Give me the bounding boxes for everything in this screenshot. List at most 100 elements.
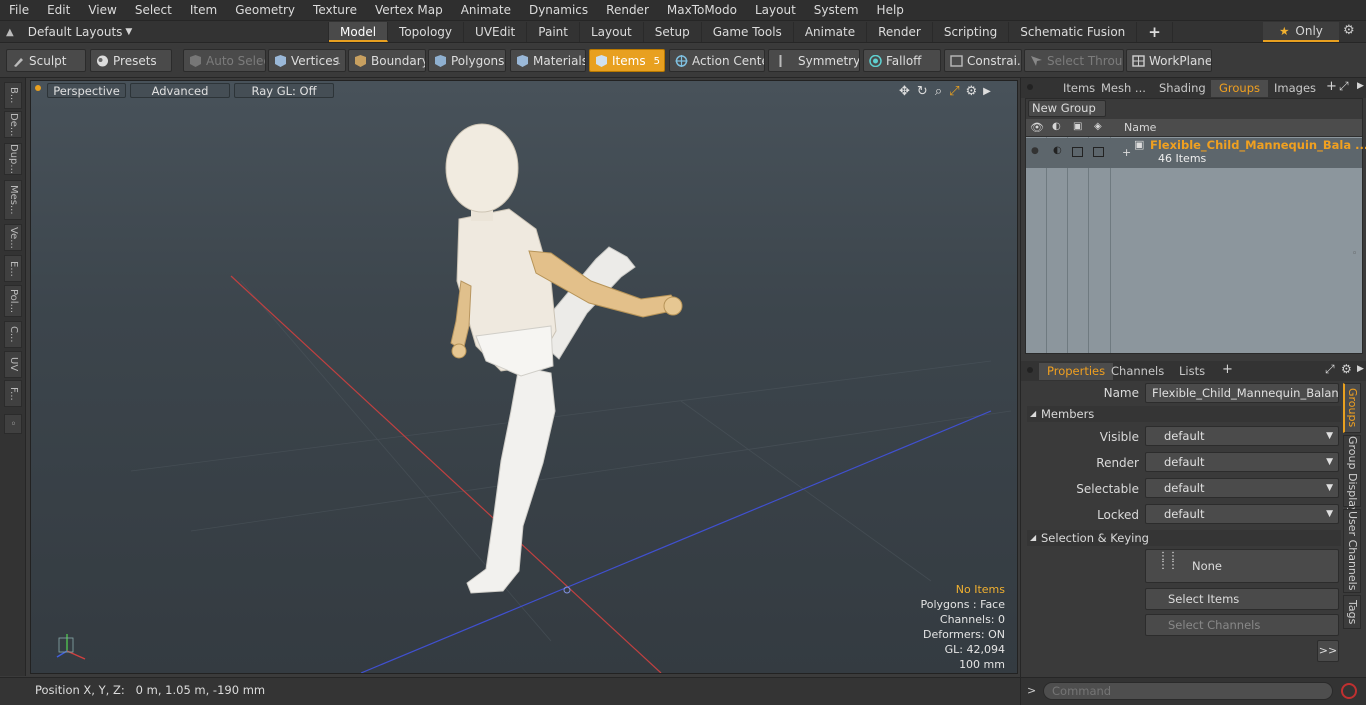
materials-button[interactable]: Materials [510, 49, 586, 72]
panel-arrow-icon[interactable]: ▶ [1357, 81, 1364, 91]
boundary-button[interactable]: Boundary [348, 49, 426, 72]
menu-view[interactable]: View [79, 0, 125, 21]
prop-tab-channels[interactable]: Channels [1103, 363, 1172, 380]
record-icon[interactable] [1341, 683, 1357, 699]
add-tab-icon[interactable]: + [1137, 22, 1173, 42]
layouts-dropdown[interactable]: ▲ Default Layouts ▼ [6, 21, 132, 43]
falloff-button[interactable]: Falloff [863, 49, 941, 72]
action-center-button[interactable]: Action Center [669, 49, 765, 72]
side-tab-tags[interactable]: Tags [1343, 595, 1361, 629]
presets-button[interactable]: Presets [90, 49, 172, 72]
menu-layout[interactable]: Layout [746, 0, 805, 21]
menu-edit[interactable]: Edit [38, 0, 79, 21]
prop-arrow-icon[interactable]: ▶ [1357, 364, 1364, 374]
prop-expand-icon[interactable]: ⤢ [1325, 362, 1335, 377]
menu-maxtomodo[interactable]: MaxToModo [658, 0, 746, 21]
render-dropdown[interactable]: default ▼ [1145, 452, 1339, 472]
constraints-button[interactable]: Constrai... [944, 49, 1022, 72]
left-tab-8[interactable]: UV [4, 351, 22, 378]
left-tab-6[interactable]: Pol... [4, 285, 22, 317]
tab-setup[interactable]: Setup [644, 22, 702, 42]
tab-topology[interactable]: Topology [388, 22, 465, 42]
select-through-button[interactable]: Select Through [1024, 49, 1124, 72]
tab-uvedit[interactable]: UVEdit [464, 22, 528, 42]
rotate-view-icon[interactable]: ↻ [917, 84, 928, 99]
locked-dropdown[interactable]: default ▼ [1145, 504, 1339, 524]
new-group-button[interactable]: New Group [1028, 100, 1106, 117]
select-channels-button[interactable]: Select Channels [1145, 614, 1339, 636]
left-tab-4[interactable]: Ve... [4, 224, 22, 251]
menu-texture[interactable]: Texture [304, 0, 366, 21]
panel-menu-dot-icon[interactable] [1027, 84, 1033, 90]
menu-dynamics[interactable]: Dynamics [520, 0, 597, 21]
tab-scripting[interactable]: Scripting [933, 22, 1010, 42]
menu-item[interactable]: Item [181, 0, 226, 21]
list-scroll-handle[interactable]: ◦ [1352, 249, 1357, 259]
panel-expand-icon[interactable]: ⤢ [1339, 79, 1349, 94]
prop-tab-lists[interactable]: Lists [1171, 363, 1213, 380]
selection-keying-section[interactable]: ◢ Selection & Keying [1027, 530, 1341, 546]
members-section[interactable]: ◢ Members [1027, 406, 1341, 422]
left-tab-extra-icon[interactable]: ◦ [4, 414, 22, 434]
sculpt-button[interactable]: Sculpt [6, 49, 86, 72]
name-field[interactable]: Flexible_Child_Mannequin_Balancing_I [1145, 383, 1339, 403]
menu-geometry[interactable]: Geometry [226, 0, 304, 21]
more-button[interactable]: >> [1317, 640, 1339, 662]
selectable-dropdown[interactable]: default ▼ [1145, 478, 1339, 498]
panel-tab-images[interactable]: Images [1266, 80, 1324, 97]
collapse-icon[interactable]: ▲ [6, 27, 14, 38]
shading-dropdown[interactable]: Advanced [130, 83, 230, 98]
menu-help[interactable]: Help [868, 0, 913, 21]
polygons-button[interactable]: Polygons [428, 49, 506, 72]
panel-tab-mesh[interactable]: Mesh ... [1093, 80, 1154, 97]
row-eye-icon[interactable]: ● [1031, 146, 1039, 156]
tab-model[interactable]: Model [329, 22, 389, 42]
left-tab-2[interactable]: Dup... [4, 143, 22, 175]
row-render-icon[interactable]: ◐ [1053, 145, 1062, 156]
row-select-checkbox[interactable] [1093, 147, 1104, 157]
name-column-header[interactable]: Name [1124, 121, 1156, 134]
symmetry-button[interactable]: Symmetry [768, 49, 860, 72]
tab-render[interactable]: Render [867, 22, 933, 42]
left-tab-3[interactable]: Mes... [4, 180, 22, 220]
3d-viewport[interactable]: Perspective Advanced Ray GL: Off ✥ ↻ ⌕ ⤢… [30, 80, 1018, 674]
viewport-expand-icon[interactable]: ▶ [983, 86, 991, 97]
tab-game-tools[interactable]: Game Tools [702, 22, 794, 42]
menu-file[interactable]: File [0, 0, 38, 21]
keying-none-button[interactable]: ⋮⋮ ⋮⋮ None [1145, 549, 1339, 583]
vertices-button[interactable]: Vertices 1 [268, 49, 346, 72]
panel-tab-groups[interactable]: Groups [1211, 80, 1269, 97]
render-icon[interactable]: ◐ [1052, 121, 1061, 132]
panel-tab-shading[interactable]: Shading [1151, 80, 1214, 97]
only-toggle[interactable]: ★ Only [1263, 22, 1339, 42]
fit-view-icon[interactable]: ⤢ [949, 84, 959, 99]
items-button[interactable]: Items 5 [589, 49, 665, 72]
viewport-settings-icon[interactable]: ⚙ [966, 84, 978, 99]
tab-paint[interactable]: Paint [527, 22, 580, 42]
add-prop-tab-icon[interactable]: + [1222, 362, 1233, 377]
menu-render[interactable]: Render [597, 0, 658, 21]
prop-gear-icon[interactable]: ⚙ [1341, 362, 1352, 376]
left-tab-0[interactable]: B... [4, 82, 22, 109]
zoom-view-icon[interactable]: ⌕ [935, 84, 942, 99]
tab-schematic-fusion[interactable]: Schematic Fusion [1009, 22, 1138, 42]
left-tab-9[interactable]: F... [4, 380, 22, 407]
lock-icon[interactable]: ▣ [1073, 121, 1082, 132]
raygl-dropdown[interactable]: Ray GL: Off [234, 83, 334, 98]
side-tab-group-display[interactable]: Group Display [1343, 435, 1361, 514]
expand-plus-icon[interactable]: + [1122, 146, 1131, 159]
command-input[interactable] [1043, 682, 1333, 700]
prop-tab-properties[interactable]: Properties [1039, 363, 1114, 380]
side-tab-user-channels[interactable]: User Channels [1343, 509, 1361, 593]
perspective-dropdown[interactable]: Perspective [47, 83, 126, 98]
visible-dropdown[interactable]: default ▼ [1145, 426, 1339, 446]
table-row[interactable]: ● ◐ + ▣ Flexible_Child_Mannequin_Bala ..… [1026, 138, 1366, 168]
menu-animate[interactable]: Animate [452, 0, 520, 21]
workplane-button[interactable]: WorkPlane [1126, 49, 1212, 72]
left-tab-7[interactable]: C... [4, 321, 22, 348]
select-items-button[interactable]: Select Items [1145, 588, 1339, 610]
row-lock-checkbox[interactable] [1072, 147, 1083, 157]
left-tab-1[interactable]: De... [4, 111, 22, 138]
auto-select-button[interactable]: Auto Select [183, 49, 266, 72]
properties-menu-dot-icon[interactable] [1027, 367, 1033, 373]
